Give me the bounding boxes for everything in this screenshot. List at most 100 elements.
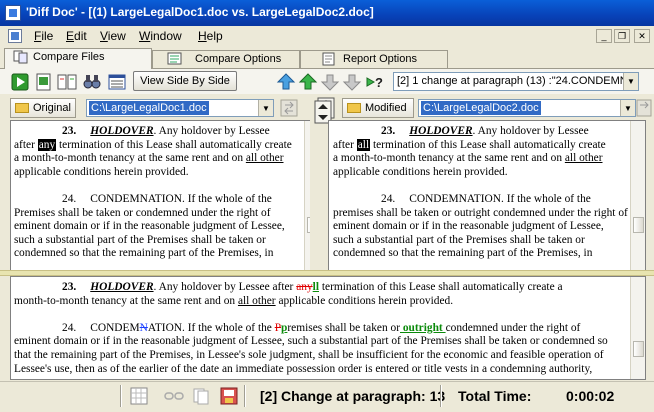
last-change-icon[interactable] [342, 72, 362, 92]
text-line: . Any holdover by Lessee [153, 125, 270, 137]
minimize-button[interactable]: _ [596, 29, 612, 43]
chevron-down-icon[interactable]: ▼ [623, 73, 638, 90]
moved-text: N [139, 321, 148, 334]
run-compare-icon[interactable] [10, 72, 30, 92]
change-status: [2] Change at paragraph: 13 [260, 388, 446, 404]
pages-icon[interactable] [192, 387, 210, 405]
text-line: CONDEM [90, 321, 140, 334]
combined-diff-pane[interactable]: 23. HOLDOVER. Any holdover by Lessee afte… [10, 276, 646, 380]
original-file-button[interactable]: Original [10, 98, 76, 118]
link-icon[interactable] [164, 387, 184, 405]
tab-compare-files[interactable]: Compare Files [4, 48, 152, 69]
binoculars-icon[interactable] [82, 72, 102, 92]
menu-help[interactable]: Help [198, 29, 223, 43]
text-line: such a substantial part of the Premises … [14, 233, 266, 246]
text-line: that the remaining part of the Premises,… [14, 348, 604, 361]
grid-view-icon[interactable] [130, 387, 148, 405]
menu-edit[interactable]: Edit [66, 29, 87, 43]
chevron-down-icon[interactable]: ▼ [620, 100, 635, 116]
view-side-by-side-button[interactable]: View Side By Side [133, 71, 237, 91]
text-line: Lessee's use, then as of the earlier of … [14, 362, 593, 375]
swap-original-icon[interactable] [280, 99, 298, 117]
options-icon [167, 52, 182, 65]
text-line: after [14, 138, 38, 151]
swap-modified-icon[interactable] [636, 99, 652, 117]
text-line: . Any holdover by Lessee [472, 125, 589, 137]
text-line: condemned under the right of [445, 321, 581, 334]
text-line: applicable conditions herein provided. [275, 294, 454, 307]
text-line: condemned so that the remaining part of … [14, 247, 274, 260]
app-icon [5, 5, 21, 21]
folder-icon [347, 103, 361, 113]
changed-word: any [37, 138, 57, 151]
list-view-icon[interactable] [107, 72, 127, 92]
text-line: termination of this Lease shall automati… [319, 281, 563, 293]
menu-file[interactable]: File [34, 29, 53, 43]
goto-change-icon[interactable]: ? [365, 72, 385, 92]
menu-bar: File Edit View Window Help _ ❐ ✕ [0, 26, 654, 46]
paragraph-number: 23. [62, 125, 77, 137]
next-change-icon[interactable] [320, 72, 340, 92]
scrollbar-thumb[interactable] [633, 341, 644, 357]
text-line: all other [237, 294, 276, 307]
text-line: . Any holdover by Lessee after [153, 281, 297, 293]
paragraph-number: 23. [381, 125, 396, 137]
modified-document-pane[interactable]: 23. HOLDOVER. Any holdover by Lessee afte… [328, 120, 646, 272]
chevron-down-icon[interactable]: ▼ [258, 100, 273, 116]
scrollbar-thumb[interactable] [633, 217, 644, 233]
original-path: C:\LargeLegalDoc1.doc [89, 101, 209, 115]
text-line: ATION. If the whole of the [147, 321, 275, 334]
menu-window[interactable]: Window [139, 29, 182, 43]
close-button[interactable]: ✕ [634, 29, 650, 43]
text-line: eminent domain or if in the reasonable j… [333, 220, 604, 233]
title-bar: 'Diff Doc' - [(1) LargeLegalDoc1.doc vs.… [0, 0, 654, 26]
text-line: CONDEMNATION. If the whole of the [409, 192, 591, 205]
original-document-pane[interactable]: 23. HOLDOVER. Any holdover by Lessee afte… [10, 120, 320, 272]
changed-word: all [356, 138, 371, 151]
report-icon [322, 52, 335, 66]
combined-scrollbar[interactable] [630, 277, 645, 379]
heading-holdover: HOLDOVER [409, 125, 473, 137]
modified-scrollbar[interactable] [630, 121, 645, 271]
inserted-text: outright [400, 321, 446, 334]
text-line: condemned so that the remaining part of … [333, 247, 593, 260]
modified-path: C:\LargeLegalDoc2.doc [421, 101, 541, 115]
change-selector-value: [2] 1 change at paragraph (13) :"24.COND… [397, 75, 628, 87]
tab-compare-options[interactable]: Compare Options [152, 50, 300, 68]
heading-holdover: HOLDOVER [90, 125, 154, 137]
text-line: termination of this Lease shall automati… [370, 138, 606, 151]
compare-files-icon [13, 50, 28, 64]
text-line: all other [245, 152, 284, 165]
text-line: eminent domain or if in the reasonable j… [14, 335, 608, 348]
text-line: applicable conditions herein provided. [333, 165, 508, 178]
text-line: such a substantial part of the Premises … [333, 233, 585, 246]
document-icon[interactable] [8, 29, 22, 43]
heading-holdover: HOLDOVER [90, 281, 154, 293]
svg-text:?: ? [375, 75, 383, 90]
total-time-value: 0:00:02 [566, 388, 615, 404]
text-line: after [333, 138, 357, 151]
modified-path-field[interactable]: C:\LargeLegalDoc2.doc ▼ [418, 99, 636, 117]
text-line: all other [564, 152, 603, 165]
text-line: a month-to-month tenancy at the same ren… [14, 152, 246, 165]
menu-view[interactable]: View [100, 29, 126, 43]
side-by-side-icon[interactable] [57, 72, 77, 92]
text-line: a month-to-month tenancy at the same ren… [333, 152, 565, 165]
previous-change-icon[interactable] [298, 72, 318, 92]
modified-file-button[interactable]: Modified [342, 98, 414, 118]
save-report-icon[interactable] [220, 387, 238, 405]
modified-document-text: 23. HOLDOVER. Any holdover by Lessee afte… [333, 125, 628, 261]
separator [244, 385, 246, 407]
window-title: 'Diff Doc' - [(1) LargeLegalDoc1.doc vs.… [26, 5, 374, 19]
separator [440, 385, 442, 407]
combined-diff-text: 23. HOLDOVER. Any holdover by Lessee afte… [14, 281, 608, 376]
paragraph-number: 24. [62, 321, 77, 334]
new-document-icon[interactable] [34, 72, 54, 92]
tab-report-options[interactable]: Report Options [300, 50, 448, 68]
restore-button[interactable]: ❐ [614, 29, 630, 43]
text-line: termination of this Lease shall automati… [56, 138, 292, 151]
first-change-icon[interactable] [276, 72, 296, 92]
total-time-label: Total Time: [458, 388, 532, 404]
original-path-field[interactable]: C:\LargeLegalDoc1.doc ▼ [86, 99, 274, 117]
change-selector[interactable]: [2] 1 change at paragraph (13) :"24.COND… [393, 72, 639, 91]
